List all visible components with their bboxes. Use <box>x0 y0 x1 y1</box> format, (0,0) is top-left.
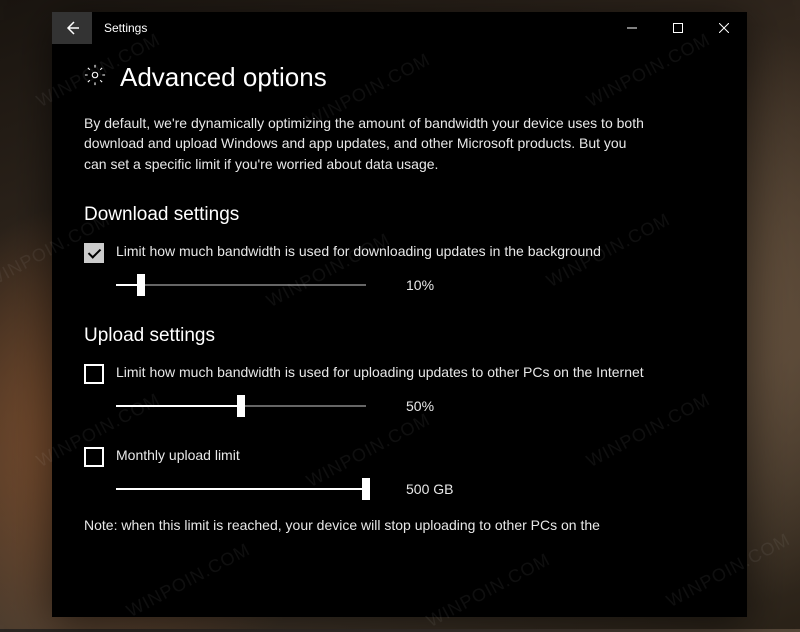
slider-thumb[interactable] <box>362 478 370 500</box>
upload-limit-value: 50% <box>406 398 466 414</box>
minimize-icon <box>627 23 637 33</box>
window-title: Settings <box>92 12 159 44</box>
download-settings-heading: Download settings <box>84 204 715 226</box>
window-controls <box>609 12 747 44</box>
monthly-limit-checkbox[interactable] <box>84 447 104 467</box>
maximize-button[interactable] <box>655 12 701 44</box>
close-icon <box>719 23 729 33</box>
upload-limit-option: Limit how much bandwidth is used for upl… <box>84 363 715 384</box>
slider-thumb[interactable] <box>237 395 245 417</box>
gear-icon <box>84 64 106 91</box>
page-title: Advanced options <box>120 62 327 93</box>
maximize-icon <box>673 23 683 33</box>
download-limit-value: 10% <box>406 277 466 293</box>
download-limit-label: Limit how much bandwidth is used for dow… <box>116 242 601 262</box>
back-button[interactable] <box>52 12 92 44</box>
page-description: By default, we're dynamically optimizing… <box>84 113 644 174</box>
close-button[interactable] <box>701 12 747 44</box>
upload-limit-slider[interactable] <box>116 394 366 418</box>
monthly-limit-label: Monthly upload limit <box>116 446 240 466</box>
minimize-button[interactable] <box>609 12 655 44</box>
monthly-limit-value: 500 GB <box>406 481 466 497</box>
download-limit-option: Limit how much bandwidth is used for dow… <box>84 242 715 263</box>
titlebar-spacer <box>159 12 609 44</box>
slider-thumb[interactable] <box>137 274 145 296</box>
monthly-limit-option: Monthly upload limit <box>84 446 715 467</box>
upload-limit-checkbox[interactable] <box>84 364 104 384</box>
upload-limit-slider-row: 50% <box>116 394 715 418</box>
download-limit-slider[interactable] <box>116 273 366 297</box>
slider-track <box>116 284 366 286</box>
slider-fill <box>116 488 366 490</box>
titlebar: Settings <box>52 12 747 44</box>
monthly-limit-slider-row: 500 GB <box>116 477 715 501</box>
upload-note: Note: when this limit is reached, your d… <box>84 517 715 533</box>
content-area: Advanced options By default, we're dynam… <box>52 44 747 617</box>
back-arrow-icon <box>64 20 80 36</box>
monthly-limit-slider[interactable] <box>116 477 366 501</box>
page-header: Advanced options <box>84 62 715 93</box>
download-limit-checkbox[interactable] <box>84 243 104 263</box>
download-limit-slider-row: 10% <box>116 273 715 297</box>
slider-fill <box>116 405 241 407</box>
settings-window: Settings Advanced options By defau <box>52 12 747 617</box>
upload-settings-heading: Upload settings <box>84 325 715 347</box>
upload-limit-label: Limit how much bandwidth is used for upl… <box>116 363 644 383</box>
